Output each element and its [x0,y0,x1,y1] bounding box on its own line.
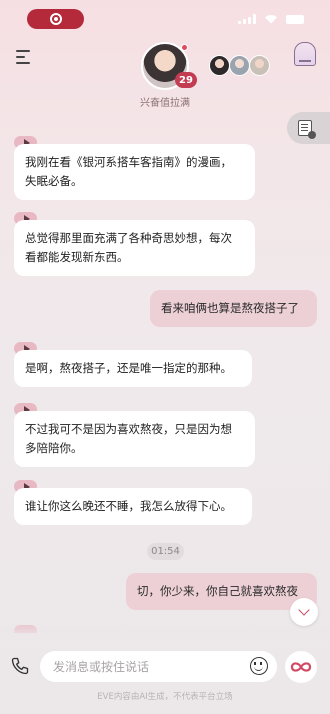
message-bubble-character[interactable]: 总觉得那里面充满了各种奇思妙想，每次 看都能发现新东西。 [14,220,255,276]
message-bubble-character[interactable]: 谁让你这么晚还不睡，我怎么放得下心。 [14,488,252,525]
other-character-avatar-1[interactable] [209,55,230,76]
message-line: 是啊，熬夜搭子，还是唯一指定的那种。 [25,361,232,375]
battery-icon [286,14,304,24]
message-bubble-character[interactable]: 不过我可不是因为喜欢熬夜，只是因为想 多陪陪你。 [14,411,255,467]
chevron-down-icon [298,604,310,616]
scroll-down-button[interactable] [290,598,318,626]
ai-disclaimer: EVE内容由AI生成，不代表平台立场 [97,692,233,702]
signal-icon [238,14,256,24]
status-bar [0,0,330,36]
wifi-icon [265,15,277,24]
doc-icon [298,120,316,139]
message-line: 我刚在看《银河系搭车客指南》的漫画， [25,155,232,169]
menu-icon[interactable] [16,50,32,64]
message-line: 多陪陪你。 [25,441,83,455]
message-input[interactable] [40,651,277,682]
phone-icon[interactable] [10,656,30,676]
message-line: 切，你少来，你自己就喜欢熬夜 [137,584,298,598]
message-line: 谁让你这么晚还不睡，我怎么放得下心。 [25,499,232,513]
screen-record-indicator[interactable] [27,9,84,29]
message-line: 总觉得那里面充满了各种奇思妙想，每次 [25,231,232,245]
other-character-avatar-2[interactable] [229,55,250,76]
status-icons [238,14,304,24]
message-bubble-character[interactable]: 是啊，熬夜搭子，还是唯一指定的那种。 [14,350,252,387]
message-line: 失眠必备。 [25,174,83,188]
emoji-icon[interactable] [250,657,268,675]
message-line: 看都能发现新东西。 [25,250,129,264]
fade-overlay [0,622,330,640]
message-bubble-user[interactable]: 切，你少来，你自己就喜欢熬夜 [126,573,317,610]
online-dot [181,44,188,51]
message-bubble-user[interactable]: 看来咱俩也算是熬夜搭子了 [150,290,317,327]
message-line: 不过我可不是因为喜欢熬夜，只是因为想 [25,422,232,436]
profile-card-icon[interactable] [294,42,316,66]
infinity-icon [290,662,312,672]
memory-side-tab[interactable] [287,112,330,144]
record-icon [49,13,62,25]
affinity-level-badge: 29 [175,72,197,88]
message-line: 看来咱俩也算是熬夜搭子了 [161,301,299,315]
infinity-button[interactable] [285,651,317,683]
other-character-avatar-3[interactable] [249,55,270,76]
message-bubble-character[interactable]: 我刚在看《银河系搭车客指南》的漫画， 失眠必备。 [14,144,255,200]
affinity-label: 兴奋值拉满 [140,98,190,109]
timestamp: 01:54 [147,543,184,560]
